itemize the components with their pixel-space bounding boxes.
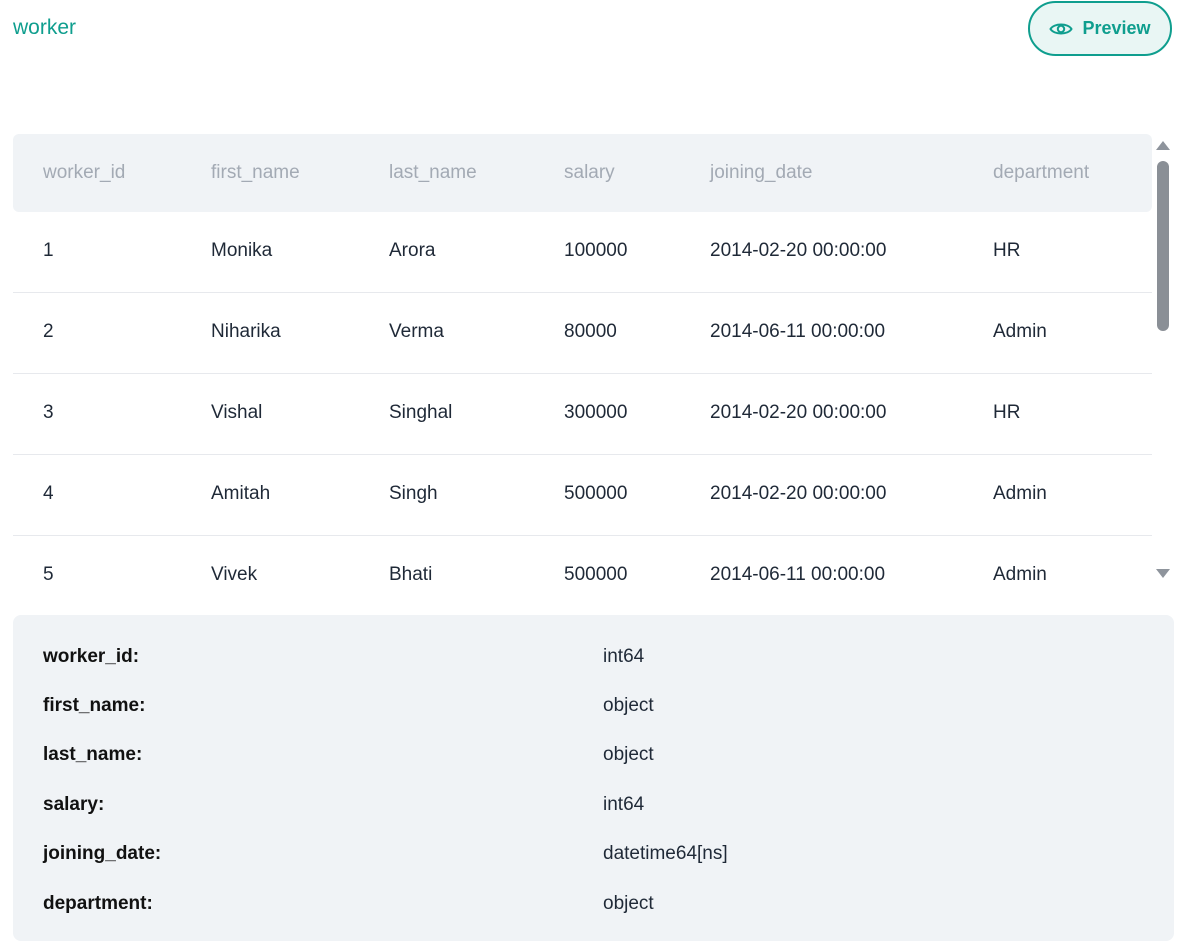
schema-field-type: int64 (603, 646, 645, 667)
table-cell: 3 (43, 402, 54, 423)
table-cell: 4 (43, 483, 54, 504)
table-row: 3 Vishal Singhal 300000 2014-02-20 00:00… (13, 374, 1152, 455)
schema-field-name: last_name: (43, 744, 143, 765)
table-cell: Verma (389, 321, 444, 342)
table-cell: 1 (43, 240, 54, 261)
schema-field-type: object (603, 695, 654, 716)
preview-button[interactable]: Preview (1028, 1, 1172, 56)
table-cell: 5 (43, 564, 54, 585)
table-cell: Niharika (211, 321, 281, 342)
column-header[interactable]: salary (564, 162, 615, 184)
schema-row: department: object (13, 893, 1174, 923)
table-cell: Singhal (389, 402, 453, 423)
table-cell: 2014-02-20 00:00:00 (710, 240, 887, 261)
table-cell: 500000 (564, 564, 628, 585)
schema-field-name: worker_id: (43, 646, 140, 667)
scroll-down-arrow-icon[interactable] (1156, 569, 1170, 578)
table-cell: Vishal (211, 402, 263, 423)
table-cell: Admin (993, 483, 1047, 504)
table-row: 5 Vivek Bhati 500000 2014-06-11 00:00:00… (13, 536, 1152, 604)
table-cell: 100000 (564, 240, 628, 261)
table-row: 2 Niharika Verma 80000 2014-06-11 00:00:… (13, 293, 1152, 374)
table-cell: 500000 (564, 483, 628, 504)
table-cell: 80000 (564, 321, 617, 342)
table-scrollbar[interactable] (1154, 134, 1172, 582)
table-cell: 300000 (564, 402, 628, 423)
eye-icon (1049, 21, 1074, 37)
table-row: 4 Amitah Singh 500000 2014-02-20 00:00:0… (13, 455, 1152, 536)
table-cell: Amitah (211, 483, 271, 504)
column-header[interactable]: department (993, 162, 1089, 184)
data-table: worker_id first_name last_name salary jo… (13, 134, 1152, 604)
scroll-thumb[interactable] (1157, 161, 1169, 331)
table-cell: HR (993, 402, 1021, 423)
schema-field-name: department: (43, 893, 153, 914)
schema-row: salary: int64 (13, 794, 1174, 824)
schema-field-name: first_name: (43, 695, 146, 716)
table-cell: 2014-02-20 00:00:00 (710, 483, 887, 504)
table-cell: Arora (389, 240, 436, 261)
table-cell: 2 (43, 321, 54, 342)
table-cell: Vivek (211, 564, 258, 585)
table-header: worker_id first_name last_name salary jo… (13, 134, 1152, 212)
table-cell: HR (993, 240, 1021, 261)
column-header[interactable]: joining_date (710, 162, 812, 184)
schema-field-type: object (603, 744, 654, 765)
table-cell: Singh (389, 483, 438, 504)
preview-label: Preview (1082, 18, 1151, 38)
table-cell: Bhati (389, 564, 433, 585)
schema-field-type: datetime64[ns] (603, 843, 728, 864)
schema-field-type: int64 (603, 794, 645, 815)
table-cell: 2014-06-11 00:00:00 (710, 564, 886, 585)
schema-field-type: object (603, 893, 654, 914)
table-row: 1 Monika Arora 100000 2014-02-20 00:00:0… (13, 212, 1152, 293)
schema-field-name: salary: (43, 794, 105, 815)
column-header[interactable]: last_name (389, 162, 477, 184)
column-header[interactable]: first_name (211, 162, 300, 184)
schema-row: joining_date: datetime64[ns] (13, 843, 1174, 873)
column-header[interactable]: worker_id (43, 162, 125, 184)
schema-row: worker_id: int64 (13, 646, 1174, 676)
table-cell: Monika (211, 240, 273, 261)
schema-field-name: joining_date: (43, 843, 162, 864)
schema-row: first_name: object (13, 695, 1174, 725)
table-cell: 2014-06-11 00:00:00 (710, 321, 886, 342)
table-cell: Admin (993, 321, 1047, 342)
table-cell: 2014-02-20 00:00:00 (710, 402, 887, 423)
scroll-up-arrow-icon[interactable] (1156, 141, 1170, 150)
schema-panel: worker_id: int64 first_name: object last… (13, 615, 1174, 941)
schema-row: last_name: object (13, 744, 1174, 774)
table-title: worker (13, 16, 77, 39)
table-cell: Admin (993, 564, 1047, 585)
